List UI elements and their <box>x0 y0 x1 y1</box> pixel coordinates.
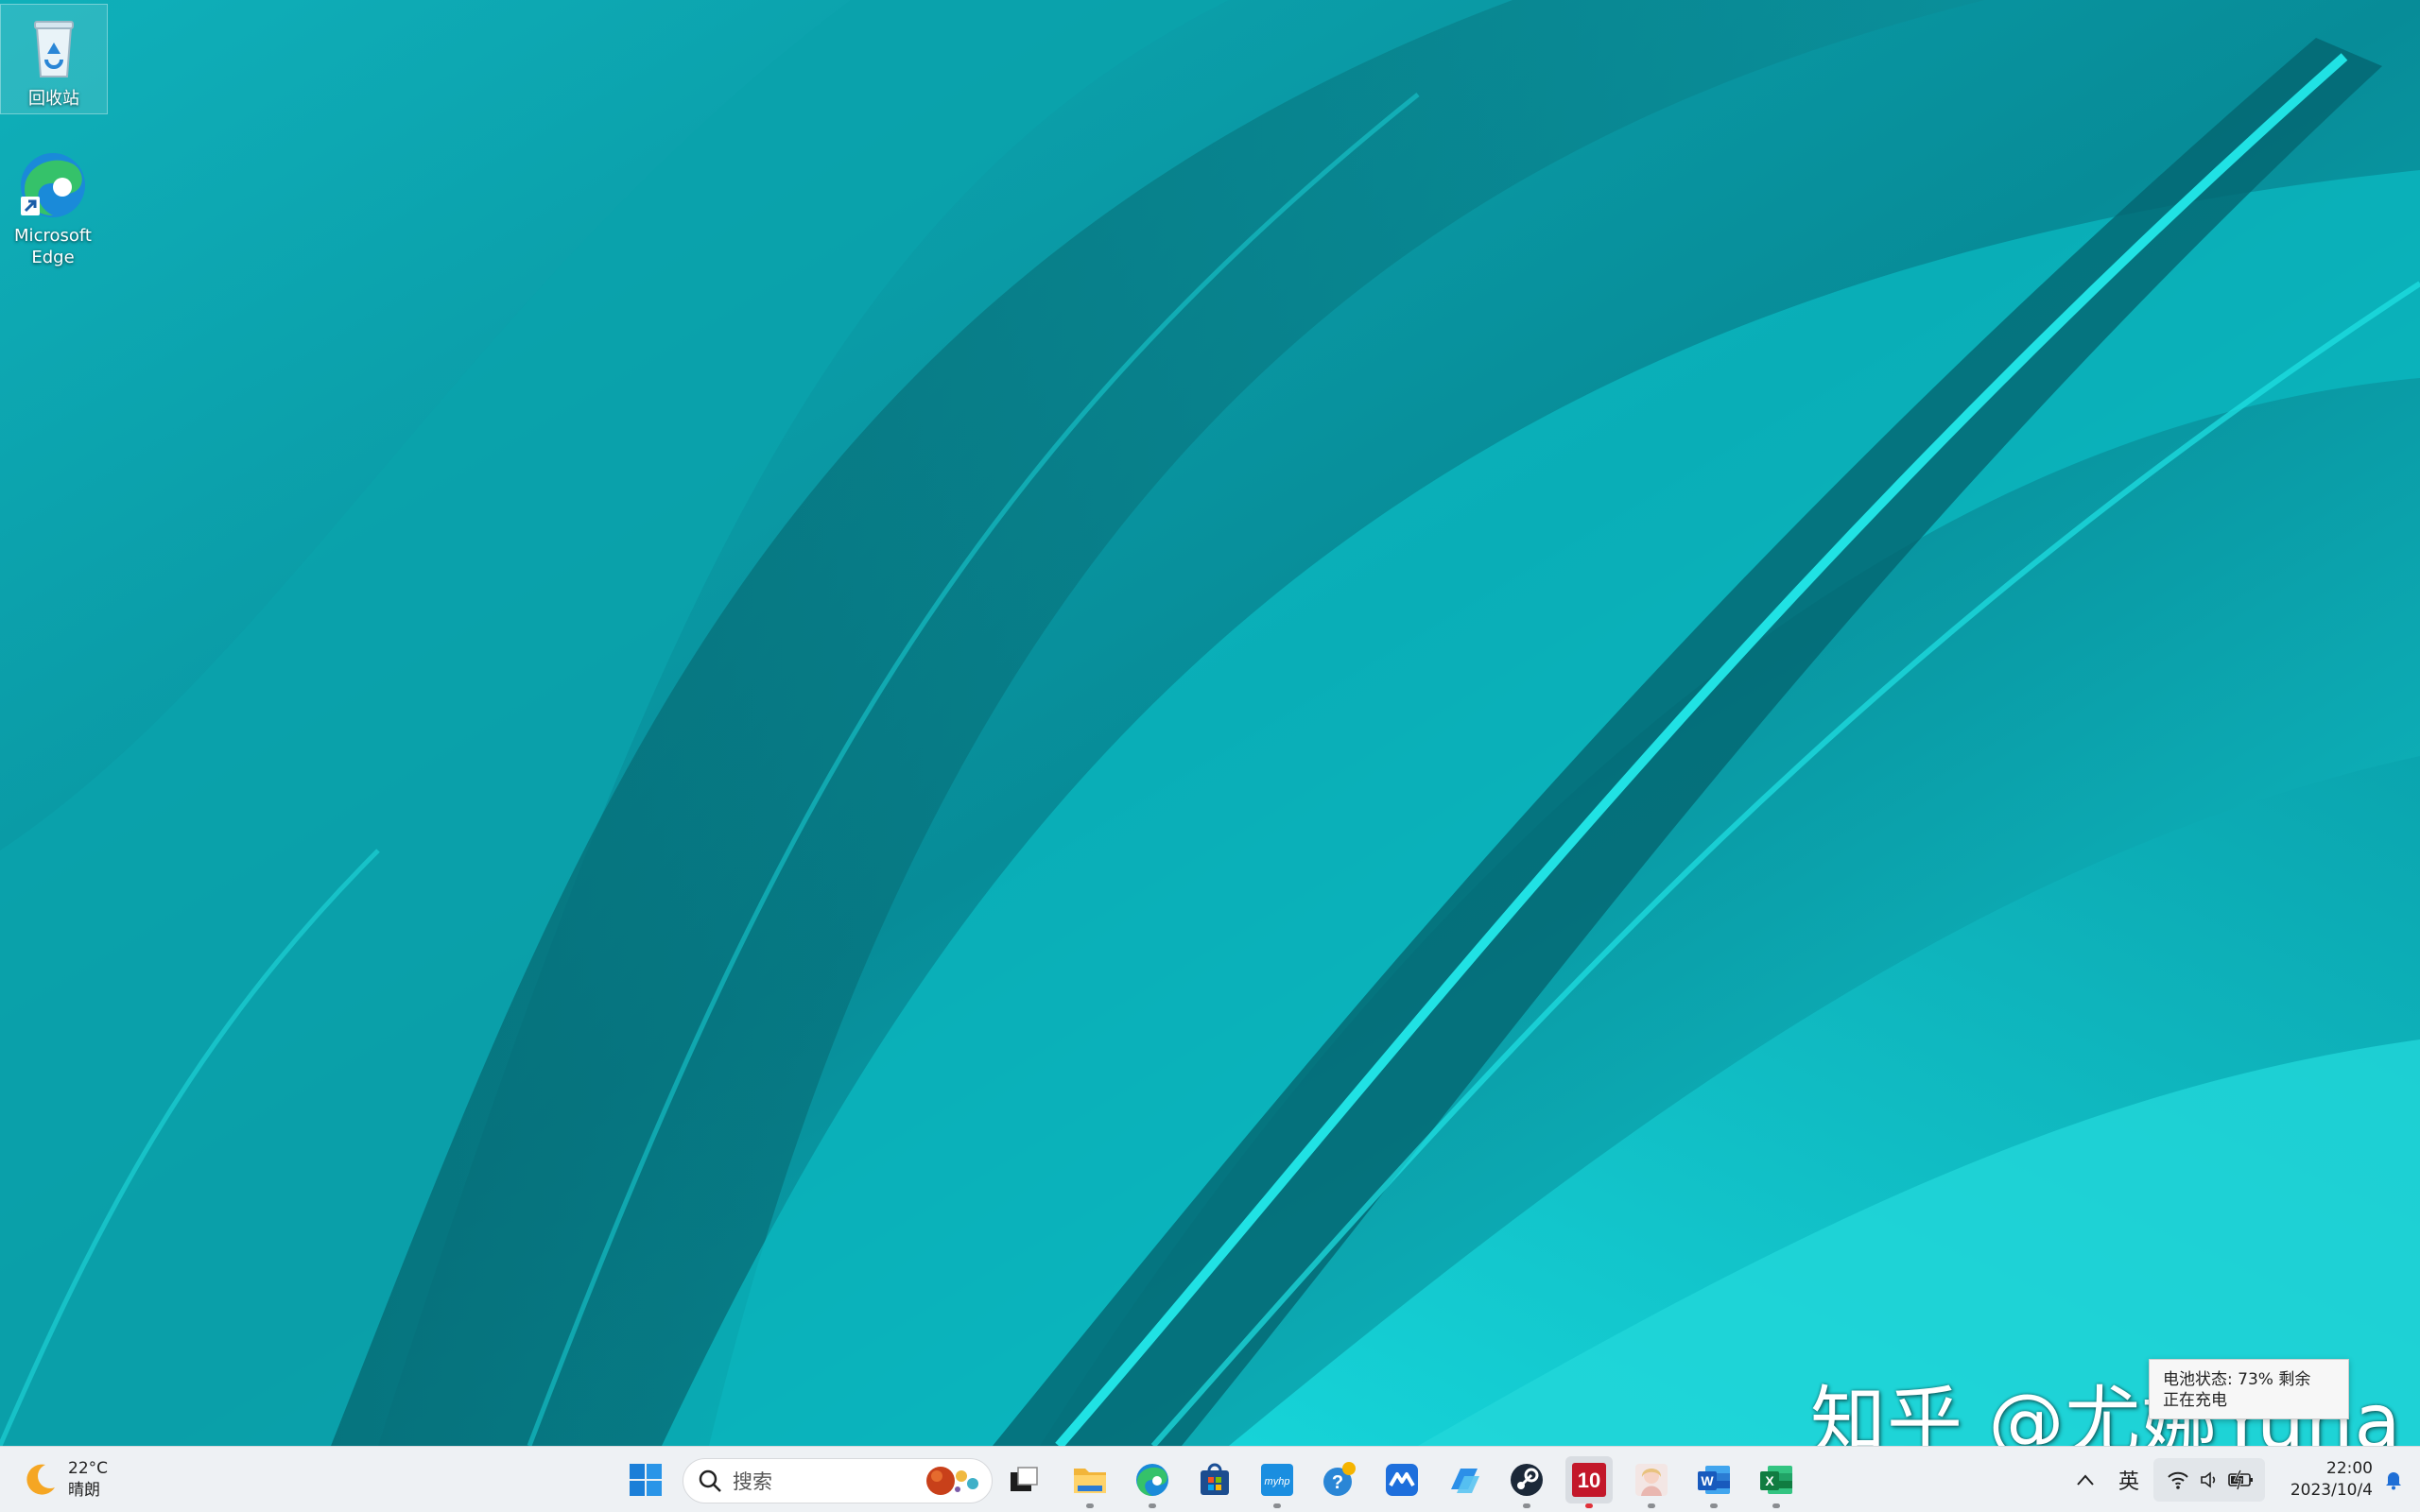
running-indicator <box>1585 1503 1593 1508</box>
excel-icon: X <box>1760 1466 1792 1494</box>
running-indicator <box>1149 1503 1156 1508</box>
ten-icon: 10 <box>1572 1463 1606 1497</box>
battery-tooltip-status: 电池状态: 73% 剩余 <box>2163 1370 2311 1389</box>
excel-button[interactable]: X <box>1753 1456 1800 1508</box>
word-label: W <box>1701 1473 1714 1488</box>
app-10-button[interactable]: 10 <box>1565 1456 1613 1508</box>
copilot-icon <box>1451 1469 1479 1493</box>
meeting-icon <box>1386 1464 1418 1496</box>
svg-text:?: ? <box>1332 1472 1343 1493</box>
myhp-button[interactable]: myhp <box>1253 1456 1301 1508</box>
tencent-meeting-button[interactable] <box>1378 1456 1426 1503</box>
windows-logo-icon <box>630 1464 662 1496</box>
myhp-icon: myhp <box>1261 1464 1293 1496</box>
notification-center-button[interactable] <box>2375 1456 2412 1503</box>
battery-tooltip-charging: 正在充电 <box>2163 1391 2227 1410</box>
taskbar-search[interactable]: 搜索 <box>683 1458 993 1503</box>
clock[interactable]: 22:00 2023/10/4 <box>2267 1458 2373 1502</box>
battery-tooltip: 电池状态: 73% 剩余 正在充电 <box>2149 1359 2349 1419</box>
microsoft-store-button[interactable] <box>1191 1456 1238 1503</box>
get-help-button[interactable]: ? <box>1316 1456 1363 1503</box>
word-button[interactable]: W <box>1690 1456 1737 1508</box>
chevron-up-icon <box>2077 1474 2094 1486</box>
weather-temperature: 22°C <box>68 1459 109 1478</box>
taskbar: 22°C 晴朗 搜索 myhp ? 10 W X 英 22:00 2023/10… <box>0 1446 2420 1512</box>
file-explorer-button[interactable] <box>1066 1456 1114 1508</box>
moon-icon <box>26 1464 55 1495</box>
battery-charging-icon <box>2228 1469 2253 1490</box>
weather-condition: 晴朗 <box>68 1481 100 1500</box>
task-view-button[interactable] <box>1000 1456 1047 1503</box>
store-icon <box>1201 1463 1229 1495</box>
running-indicator <box>1523 1503 1530 1508</box>
myhp-label: myhp <box>1265 1476 1290 1487</box>
edge-desktop-icon[interactable]: Microsoft Edge <box>0 142 106 272</box>
search-icon <box>699 1469 721 1492</box>
edge-icon <box>1136 1464 1168 1496</box>
clock-time: 22:00 <box>2326 1459 2373 1478</box>
copilot-button[interactable] <box>1441 1456 1488 1503</box>
bell-icon <box>2386 1472 2401 1490</box>
task-view-icon <box>1011 1467 1038 1491</box>
running-indicator <box>1710 1503 1718 1508</box>
quick-settings-button[interactable] <box>2153 1458 2265 1502</box>
search-placeholder: 搜索 <box>733 1470 772 1493</box>
steam-button[interactable] <box>1503 1456 1550 1508</box>
desktop-wallpaper <box>0 0 2420 1446</box>
anime-icon <box>1635 1464 1668 1496</box>
running-indicator <box>1273 1503 1281 1508</box>
running-indicator <box>1648 1503 1655 1508</box>
edge-label-line2: Edge <box>31 248 75 267</box>
edge-taskbar-button[interactable] <box>1129 1456 1176 1508</box>
clock-date: 2023/10/4 <box>2290 1481 2373 1500</box>
start-button[interactable] <box>622 1456 669 1503</box>
steam-icon <box>1511 1464 1543 1496</box>
wallpaper-art <box>0 0 2420 1446</box>
recycle-bin-label: 回收站 <box>28 89 79 109</box>
input-method-indicator[interactable]: 英 <box>2110 1456 2148 1503</box>
word-icon: W <box>1698 1466 1730 1494</box>
weather-widget[interactable]: 22°C 晴朗 <box>21 1456 108 1503</box>
recycle-bin-desktop-icon[interactable]: 回收站 <box>0 4 108 114</box>
volume-icon <box>2201 1471 2216 1488</box>
search-highlight-icon <box>926 1467 978 1495</box>
excel-label: X <box>1765 1473 1774 1488</box>
folder-icon <box>1074 1469 1106 1493</box>
app-10-label: 10 <box>1578 1469 1600 1492</box>
running-indicator <box>1086 1503 1094 1508</box>
recycle-bin-icon <box>16 10 92 86</box>
edge-icon <box>15 147 91 223</box>
running-indicator <box>1772 1503 1780 1508</box>
help-icon: ? <box>1323 1462 1356 1496</box>
show-hidden-icons-button[interactable] <box>2068 1456 2102 1503</box>
wifi-icon <box>2168 1471 2188 1489</box>
anime-app-button[interactable] <box>1628 1456 1675 1508</box>
